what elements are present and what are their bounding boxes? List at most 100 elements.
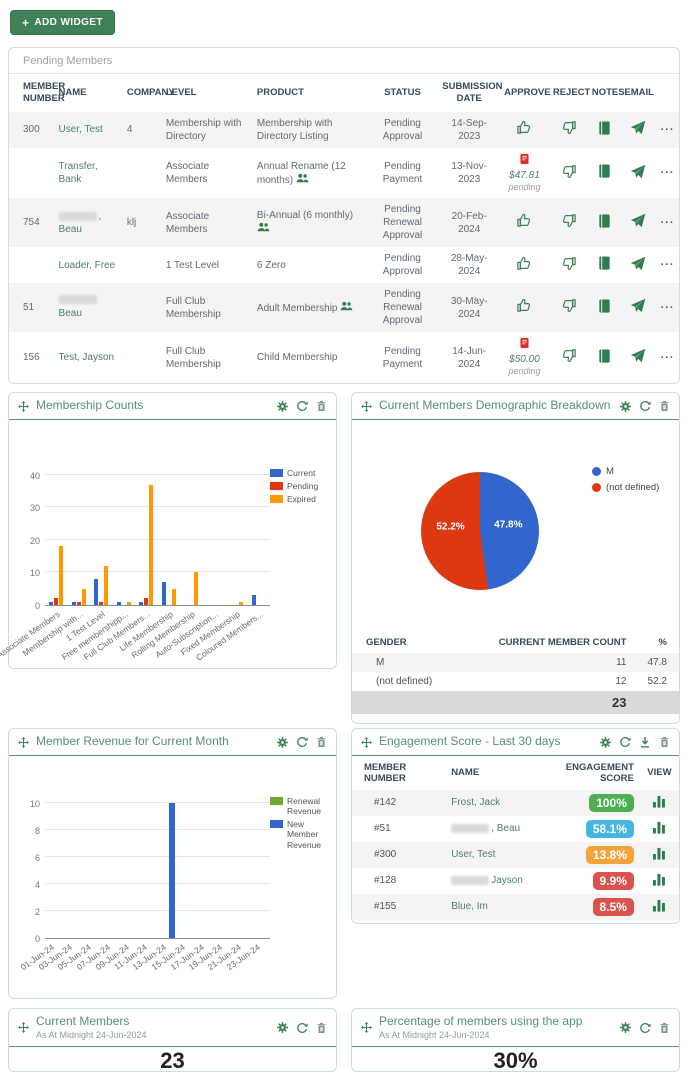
view-chart-icon[interactable] — [652, 898, 667, 912]
member-number-cell — [9, 148, 55, 199]
legend-swatch — [270, 482, 283, 490]
name-cell: Test, Jayson — [55, 332, 123, 383]
member-name-link[interactable]: Jayson — [491, 875, 523, 886]
row-menu-cell: ··· — [656, 148, 679, 199]
gear-icon[interactable] — [277, 1022, 288, 1033]
table-header-row: MEMBER NUMBER NAME ENGAGEMENT SCORE VIEW — [352, 756, 679, 790]
row-menu-button[interactable]: ··· — [661, 259, 675, 271]
member-name-link[interactable]: , Beau — [491, 823, 520, 834]
thumb-down-icon[interactable] — [560, 163, 577, 180]
move-icon[interactable] — [18, 401, 29, 412]
gear-icon[interactable] — [277, 737, 288, 748]
gear-icon[interactable] — [620, 401, 631, 412]
gear-icon[interactable] — [600, 737, 611, 748]
move-icon[interactable] — [18, 737, 29, 748]
view-chart-icon[interactable] — [652, 794, 667, 808]
trash-icon[interactable] — [659, 736, 670, 748]
notes-icon[interactable] — [597, 298, 612, 314]
download-icon[interactable] — [639, 736, 651, 748]
thumb-down-icon[interactable] — [560, 212, 577, 229]
panel-title: Pending Members — [9, 48, 679, 74]
trash-icon[interactable] — [316, 400, 327, 412]
submission-date-cell: 14-Sep-2023 — [438, 112, 500, 148]
row-menu-cell: ··· — [656, 283, 679, 332]
plot — [45, 804, 270, 939]
member-name-link[interactable]: Blue, Im — [451, 901, 488, 912]
col-member-number: MEMBER NUMBER — [9, 74, 55, 112]
trash-icon[interactable] — [659, 400, 670, 412]
notes-icon[interactable] — [597, 348, 612, 364]
refresh-icon[interactable] — [639, 400, 651, 412]
notes-cell — [588, 198, 621, 247]
row-menu-button[interactable]: ··· — [661, 302, 675, 314]
row-menu-button[interactable]: ··· — [661, 217, 675, 229]
invoice-icon — [520, 153, 529, 165]
name-cell: Transfer, Bank — [55, 148, 123, 199]
notes-icon[interactable] — [597, 120, 612, 136]
trash-icon[interactable] — [316, 736, 327, 748]
refresh-icon[interactable] — [296, 1022, 308, 1034]
member-name-link[interactable]: User, Test — [451, 849, 495, 860]
refresh-icon[interactable] — [639, 1022, 651, 1034]
refresh-icon[interactable] — [296, 400, 308, 412]
notes-icon[interactable] — [597, 213, 612, 229]
move-icon[interactable] — [361, 737, 372, 748]
view-chart-icon[interactable] — [652, 872, 667, 886]
member-name-link[interactable]: User, Test — [59, 124, 103, 135]
member-name-link[interactable]: Frost, Jack — [451, 797, 500, 808]
bar-group — [45, 476, 68, 605]
level-cell: Associate Members — [162, 198, 253, 247]
thumb-up-icon[interactable] — [516, 212, 533, 229]
notes-icon[interactable] — [597, 255, 612, 271]
gear-icon[interactable] — [620, 1022, 631, 1033]
notes-cell — [588, 112, 621, 148]
bar — [252, 595, 256, 605]
gear-icon[interactable] — [277, 401, 288, 412]
refresh-icon[interactable] — [296, 736, 308, 748]
bar — [82, 589, 86, 605]
email-icon[interactable] — [630, 348, 646, 363]
pending-members-panel: Pending Members MEMBER NUMBER NAME COMPA… — [8, 47, 680, 384]
notes-icon[interactable] — [597, 163, 612, 179]
thumb-down-icon[interactable] — [560, 347, 577, 364]
plus-icon: + — [22, 19, 29, 27]
thumb-down-icon[interactable] — [560, 255, 577, 272]
col-email: EMAIL — [620, 74, 656, 112]
thumb-up-icon[interactable] — [516, 255, 533, 272]
add-widget-button[interactable]: + ADD WIDGET — [10, 10, 115, 35]
company-cell: klj — [123, 198, 162, 247]
redacted-text — [59, 295, 97, 304]
trash-icon[interactable] — [316, 1022, 327, 1034]
col-product: PRODUCT — [253, 74, 367, 112]
member-name-link[interactable]: Transfer, Bank — [59, 161, 98, 185]
row-menu-button[interactable]: ··· — [661, 124, 675, 136]
email-icon[interactable] — [630, 164, 646, 179]
view-chart-icon[interactable] — [652, 820, 667, 834]
thumb-up-icon[interactable] — [516, 119, 533, 136]
trash-icon[interactable] — [659, 1022, 670, 1034]
thumb-down-icon[interactable] — [560, 119, 577, 136]
thumb-down-icon[interactable] — [560, 297, 577, 314]
move-icon[interactable] — [18, 1022, 29, 1033]
member-name-link[interactable]: Beau — [59, 308, 82, 319]
email-icon[interactable] — [630, 256, 646, 271]
member-name-link[interactable]: Loader, Free — [59, 260, 116, 271]
refresh-icon[interactable] — [619, 736, 631, 748]
member-name-link[interactable]: Test, Jayson — [59, 352, 115, 363]
email-icon[interactable] — [630, 213, 646, 228]
thumb-up-icon[interactable] — [516, 297, 533, 314]
move-icon[interactable] — [361, 1022, 372, 1033]
x-axis-labels: Associate MembersMembership with...1 Tes… — [45, 606, 270, 664]
name-cell: Loader, Free — [55, 247, 123, 283]
email-icon[interactable] — [630, 120, 646, 135]
legend-item: (not defined) — [592, 482, 659, 493]
view-chart-icon[interactable] — [652, 846, 667, 860]
bar-group — [180, 476, 203, 605]
col-status: STATUS — [367, 74, 439, 112]
move-icon[interactable] — [361, 401, 372, 412]
email-icon[interactable] — [630, 298, 646, 313]
bar — [94, 579, 98, 605]
bar-group — [68, 476, 91, 605]
row-menu-button[interactable]: ··· — [661, 352, 675, 364]
row-menu-button[interactable]: ··· — [661, 167, 675, 179]
